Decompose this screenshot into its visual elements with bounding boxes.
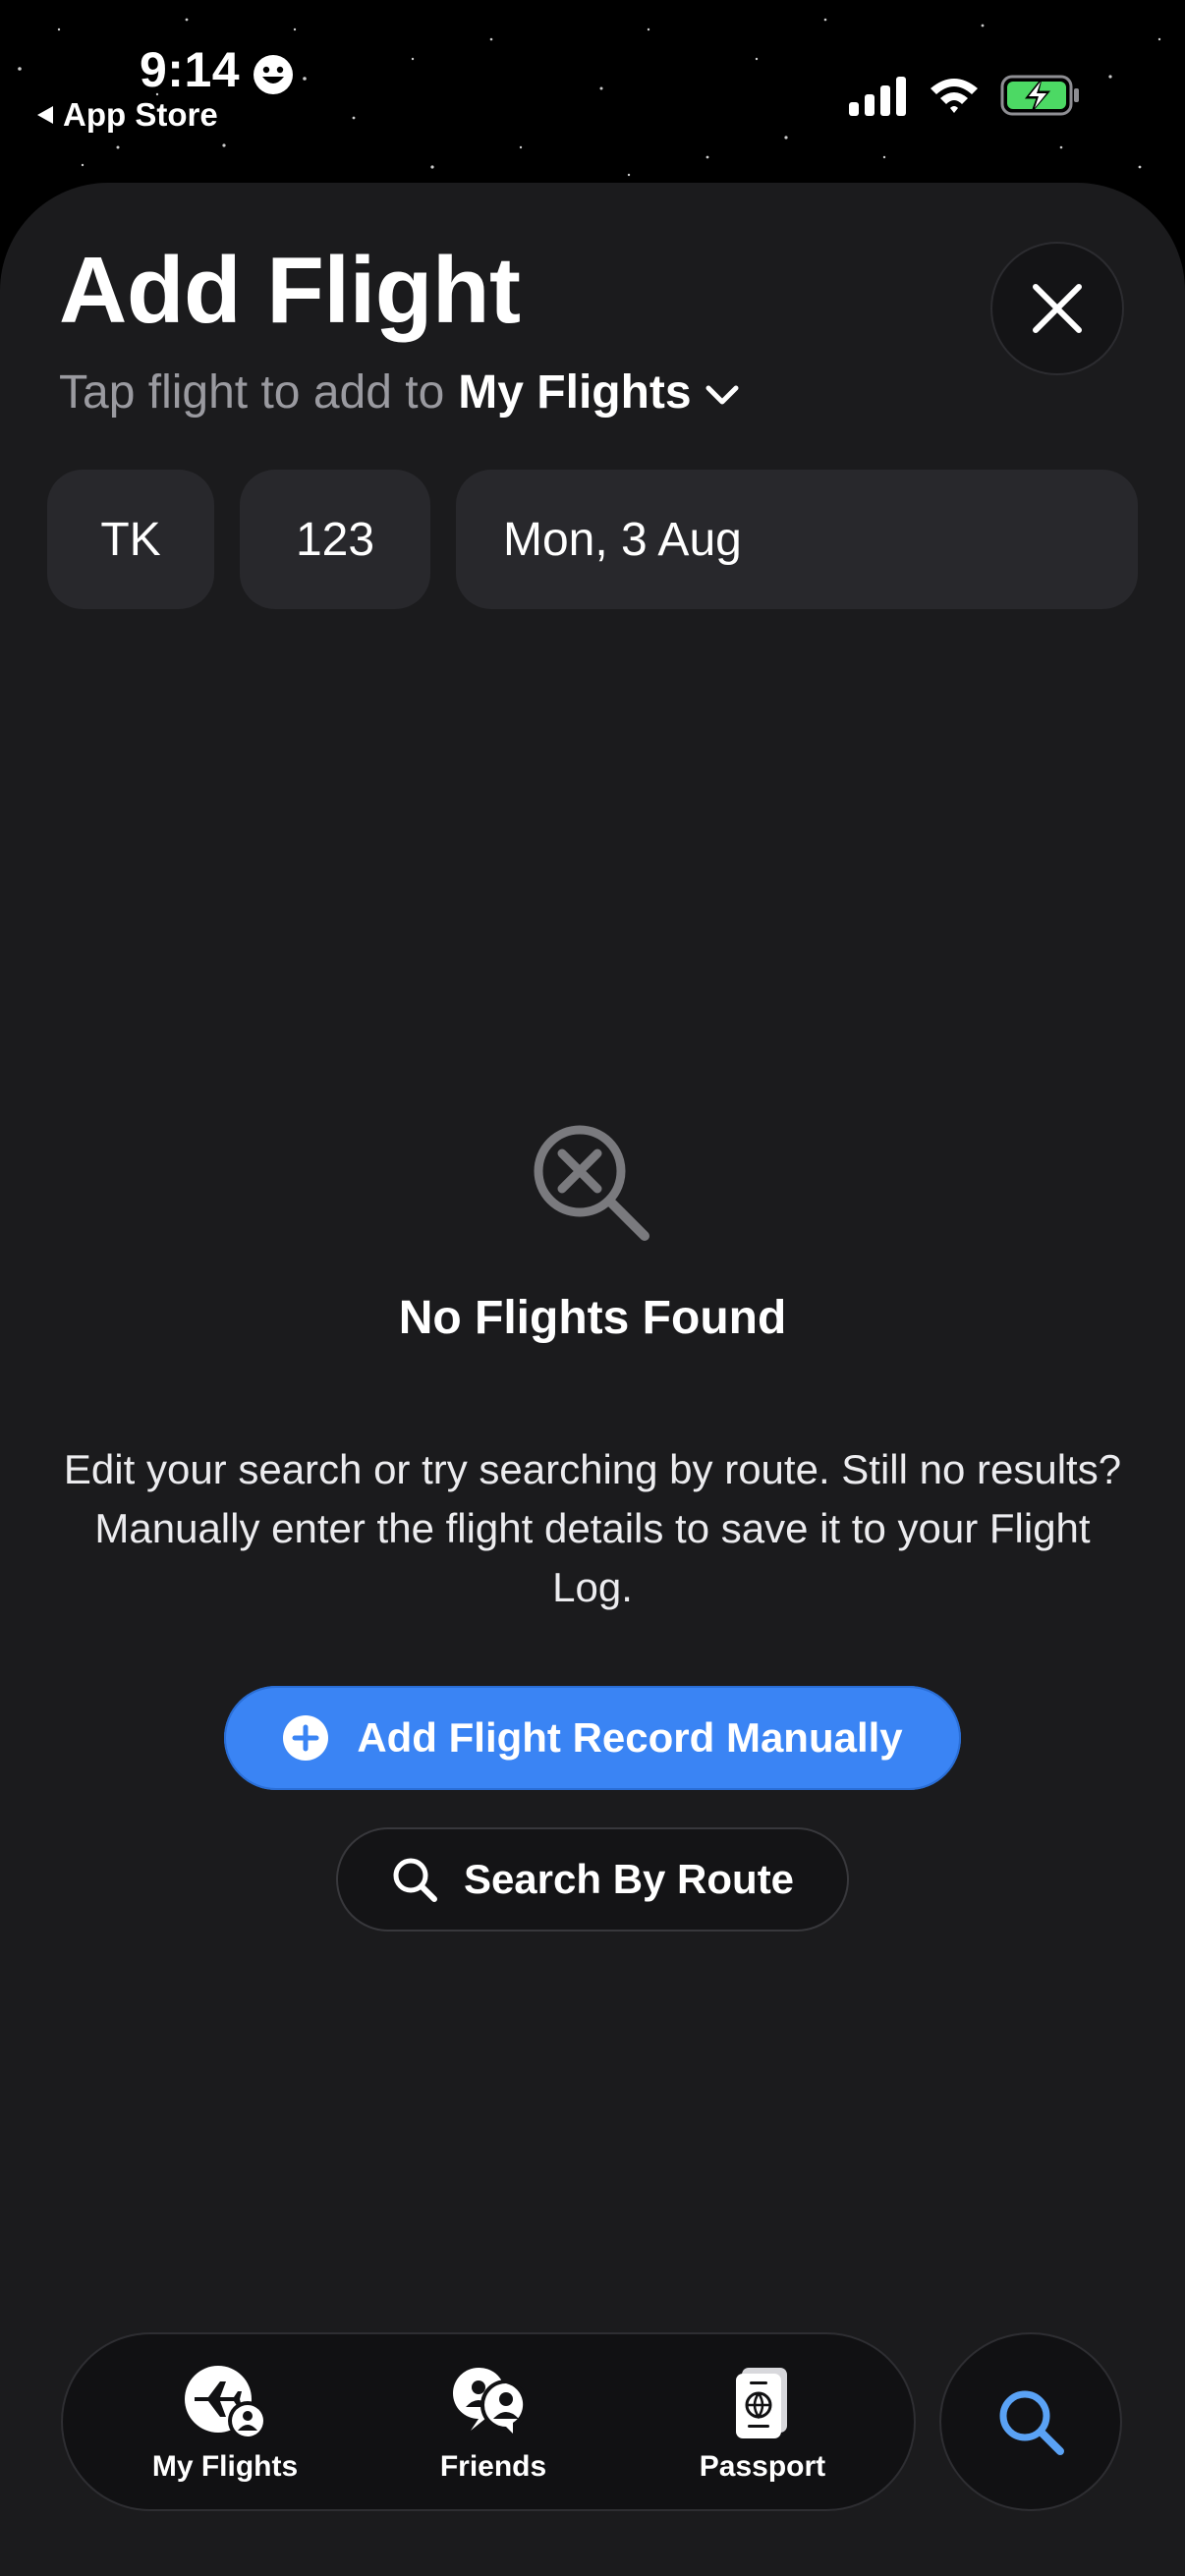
flight-number-field[interactable]: 123	[240, 470, 430, 609]
wifi-icon	[931, 79, 978, 113]
empty-state-description: Edit your search or try searching by rou…	[63, 1446, 1122, 1610]
plane-person-icon	[185, 2366, 267, 2440]
list-name: My Flights	[458, 366, 692, 419]
search-icon	[999, 2390, 1064, 2455]
back-app-label: App Store	[63, 96, 218, 133]
tab-passport-label: Passport	[699, 2450, 826, 2483]
search-by-route-button[interactable]: Search By Route	[336, 1827, 849, 1932]
cellular-signal-icon	[849, 77, 906, 116]
passport-icon	[736, 2368, 787, 2438]
search-flights-button[interactable]	[939, 2332, 1122, 2511]
add-flight-manually-button[interactable]: Add Flight Record Manually	[224, 1686, 961, 1790]
tab-my-flights-label: My Flights	[151, 2450, 299, 2483]
tab-friends[interactable]: Friends	[380, 2364, 606, 2492]
tab-passport[interactable]: Passport	[649, 2364, 875, 2492]
back-to-app-store[interactable]: App Store	[35, 96, 218, 134]
empty-state-title: No Flights Found	[398, 1292, 787, 1344]
friends-icon	[453, 2367, 529, 2440]
bottom-tab-bar: My Flights Friends Passport	[61, 2332, 916, 2511]
airline-code-field[interactable]: TK	[47, 470, 214, 609]
plus-circle-icon	[283, 1715, 329, 1761]
search-no-results-icon	[534, 1125, 649, 1241]
status-time: 9:14	[140, 42, 241, 97]
add-flight-screen: 9:14 App Store Add Flight Tap flight to …	[0, 0, 1185, 2576]
add-to-list-selector[interactable]: Tap flight to add to My Flights	[59, 365, 739, 420]
close-icon	[1033, 284, 1082, 333]
page-title: Add Flight	[59, 238, 521, 343]
chevron-down-icon	[705, 385, 739, 405]
smiley-icon	[254, 55, 293, 94]
tab-my-flights[interactable]: My Flights	[112, 2364, 338, 2492]
search-by-route-label: Search By Route	[463, 1856, 795, 1902]
search-icon	[393, 1858, 437, 1902]
flight-date-field[interactable]: Mon, 3 Aug	[456, 470, 1138, 609]
back-triangle-icon	[37, 106, 53, 124]
battery-charging-icon	[1000, 75, 1079, 116]
tab-friends-label: Friends	[439, 2450, 547, 2483]
subtitle-prefix: Tap flight to add to	[59, 366, 445, 419]
add-flight-manually-label: Add Flight Record Manually	[357, 1714, 903, 1761]
close-button[interactable]	[990, 242, 1124, 375]
